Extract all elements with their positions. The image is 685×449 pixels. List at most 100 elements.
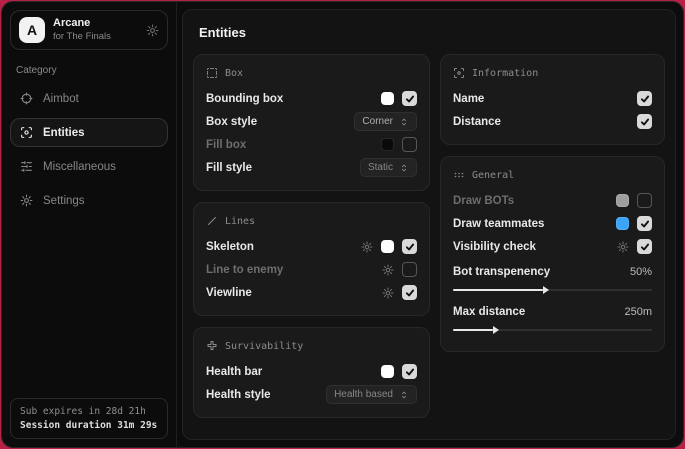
sidebar-nav: Aimbot Entities Miscellaneous	[10, 84, 168, 215]
sidebar: A Arcane for The Finals Category Aimbot	[2, 2, 177, 447]
color-swatch[interactable]	[381, 92, 394, 105]
chevrons-up-down-icon	[399, 163, 409, 173]
setting-row-draw-bots: Draw BOTs	[453, 189, 652, 212]
brand-title: Arcane	[53, 17, 138, 31]
row-settings-gear-icon[interactable]	[382, 287, 394, 299]
setting-row-skeleton: Skeleton	[206, 235, 417, 258]
color-swatch[interactable]	[381, 365, 394, 378]
color-swatch[interactable]	[616, 217, 629, 230]
checkbox[interactable]	[637, 216, 652, 231]
max-distance-slider[interactable]	[453, 329, 652, 331]
row-settings-gear-icon[interactable]	[382, 264, 394, 276]
row-settings-gear-icon[interactable]	[361, 241, 373, 253]
fill-style-dropdown[interactable]: Static	[360, 158, 417, 177]
setting-row-fill-box: Fill box	[206, 133, 417, 156]
max-distance-slider-row: Max distance 250m	[453, 300, 652, 331]
setting-label: Health bar	[206, 366, 262, 378]
scan-eye-icon	[20, 126, 33, 139]
slider-value: 50%	[630, 266, 652, 278]
slider-fill	[453, 329, 493, 331]
category-label: Category	[16, 65, 162, 76]
setting-label: Bot transpenency	[453, 266, 550, 278]
slash-icon	[206, 215, 218, 227]
color-swatch[interactable]	[381, 240, 394, 253]
setting-label: Max distance	[453, 306, 525, 318]
sidebar-item-label: Miscellaneous	[43, 161, 116, 173]
section-title: Survivability	[225, 341, 303, 352]
brand-text: Arcane for The Finals	[53, 17, 138, 43]
checkbox[interactable]	[637, 239, 652, 254]
setting-row-line-to-enemy: Line to enemy	[206, 258, 417, 281]
scan-info-icon	[453, 67, 465, 79]
sidebar-item-aimbot[interactable]: Aimbot	[10, 84, 168, 113]
box-select-icon	[206, 67, 218, 79]
section-title: Information	[472, 68, 538, 79]
brand-card: A Arcane for The Finals	[10, 10, 168, 50]
setting-row-name: Name	[453, 87, 652, 110]
chevrons-up-down-icon	[399, 390, 409, 400]
setting-row-visibility-check: Visibility check	[453, 235, 652, 258]
setting-row-draw-teammates: Draw teammates	[453, 212, 652, 235]
checkbox[interactable]	[637, 114, 652, 129]
color-swatch[interactable]	[616, 194, 629, 207]
section-title: Lines	[225, 216, 255, 227]
checkbox[interactable]	[637, 91, 652, 106]
sidebar-item-label: Aimbot	[43, 93, 79, 105]
sliders-icon	[20, 160, 33, 173]
general-section-card: General Draw BOTs Draw teammates	[440, 156, 665, 352]
sidebar-item-label: Entities	[43, 127, 85, 139]
color-swatch[interactable]	[381, 138, 394, 151]
checkbox[interactable]	[402, 285, 417, 300]
bot-transparency-slider[interactable]	[453, 289, 652, 291]
information-section-card: Information Name Distance	[440, 54, 665, 145]
section-title: Box	[225, 68, 243, 79]
setting-label: Fill style	[206, 162, 252, 174]
setting-row-box-style: Box style Corner	[206, 110, 417, 133]
survivability-section-card: Survivability Health bar Health style	[193, 327, 430, 418]
chevrons-up-down-icon	[399, 117, 409, 127]
setting-label: Viewline	[206, 287, 252, 299]
sub-expiry-text: Sub expires in 28d 21h	[20, 406, 158, 417]
survivability-cross-icon	[206, 340, 218, 352]
page-title: Entities	[199, 25, 659, 40]
checkbox[interactable]	[402, 239, 417, 254]
brand-settings-icon[interactable]	[146, 24, 159, 37]
checkbox[interactable]	[402, 91, 417, 106]
section-title: General	[472, 170, 514, 181]
app-window: A Arcane for The Finals Category Aimbot	[1, 1, 684, 448]
setting-label: Skeleton	[206, 241, 254, 253]
sidebar-item-miscellaneous[interactable]: Miscellaneous	[10, 152, 168, 181]
row-settings-gear-icon[interactable]	[617, 241, 629, 253]
slider-value: 250m	[624, 306, 652, 318]
sidebar-item-settings[interactable]: Settings	[10, 186, 168, 215]
setting-label: Visibility check	[453, 241, 536, 253]
main-panel: Entities Box Bounding box	[182, 9, 676, 440]
checkbox[interactable]	[637, 193, 652, 208]
checkbox[interactable]	[402, 262, 417, 277]
setting-label: Fill box	[206, 139, 246, 151]
grip-dots-icon	[453, 169, 465, 181]
setting-label: Draw BOTs	[453, 195, 514, 207]
sidebar-item-entities[interactable]: Entities	[10, 118, 168, 147]
setting-label: Box style	[206, 116, 257, 128]
setting-row-health-bar: Health bar	[206, 360, 417, 383]
slider-fill	[453, 289, 543, 291]
checkbox[interactable]	[402, 364, 417, 379]
dropdown-value: Health based	[334, 389, 393, 400]
setting-label: Health style	[206, 389, 271, 401]
dropdown-value: Corner	[362, 116, 393, 127]
setting-row-health-style: Health style Health based	[206, 383, 417, 406]
setting-label: Draw teammates	[453, 218, 544, 230]
brand-avatar: A	[19, 17, 45, 43]
subscription-status-card: Sub expires in 28d 21h Session duration …	[10, 398, 168, 439]
brand-subtitle: for The Finals	[53, 31, 138, 43]
health-style-dropdown[interactable]: Health based	[326, 385, 417, 404]
setting-label: Distance	[453, 116, 501, 128]
setting-row-bounding-box: Bounding box	[206, 87, 417, 110]
setting-label: Name	[453, 93, 484, 105]
lines-section-card: Lines Skeleton	[193, 202, 430, 316]
box-style-dropdown[interactable]: Corner	[354, 112, 417, 131]
checkbox[interactable]	[402, 137, 417, 152]
gear-icon	[20, 194, 33, 207]
box-section-card: Box Bounding box Box style Corne	[193, 54, 430, 191]
